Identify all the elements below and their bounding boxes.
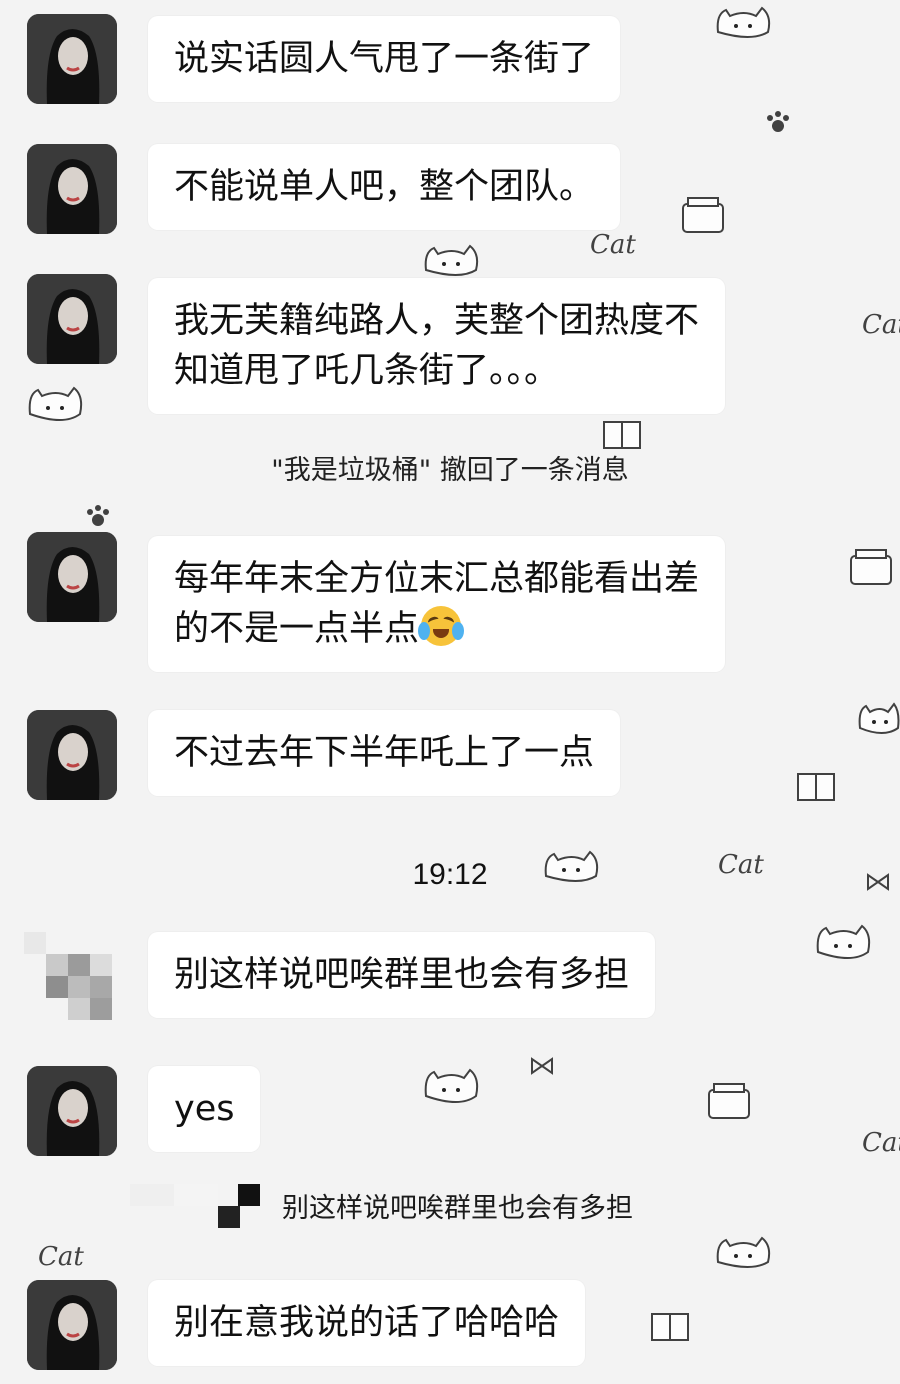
message-bubble[interactable]: 别这样说吧唉群里也会有多担 [148, 932, 656, 1018]
message-bubble[interactable]: 不能说单人吧，整个团队。 [148, 144, 621, 230]
message-text: 不能说单人吧，整个团队。 [174, 167, 595, 207]
message-text: 别这样说吧唉群里也会有多担 [174, 955, 630, 995]
cat-face-doodle-icon [420, 240, 484, 280]
avatar[interactable] [27, 274, 117, 364]
quoted-text: 别这样说吧唉群里也会有多担 [282, 1193, 633, 1224]
quote-mosaic-avatar [130, 1180, 270, 1236]
message-bubble[interactable]: 每年年末全方位末汇总都能看出差 的不是一点半点 [148, 536, 726, 672]
avatar[interactable] [27, 144, 117, 234]
message-text: 我无芙籍纯路人，芙整个团热度不 [174, 301, 700, 341]
message-text: 的不是一点半点 [174, 609, 420, 649]
message-text: 别在意我说的话了哈哈哈 [174, 1303, 560, 1343]
message-bubble[interactable]: 我无芙籍纯路人，芙整个团热度不 知道甩了吒几条街了。。。 [148, 278, 726, 414]
avatar[interactable] [27, 1066, 117, 1156]
cat-doodle-text: Cat [862, 310, 900, 340]
book-doodle-icon [602, 420, 642, 450]
jar-doodle-icon [706, 1082, 752, 1122]
chat-area: Cat Cat Cat Cat Cat [0, 0, 900, 1384]
message-text: 不过去年下半年吒上了一点 [174, 733, 595, 773]
message-bubble[interactable]: 说实话圆人气甩了一条街了 [148, 16, 621, 102]
jar-doodle-icon [848, 548, 894, 588]
avatar[interactable] [27, 710, 117, 800]
loudly-crying-face-icon [418, 606, 465, 646]
paw-doodle-icon [84, 502, 112, 530]
recall-notice: "我是垃圾桶" 撤回了一条消息 [271, 455, 629, 486]
cat-face-doodle-icon [712, 1232, 776, 1272]
avatar[interactable] [27, 532, 117, 622]
message-text: yes [174, 1089, 235, 1129]
message-text-with-emoji: 的不是一点半点 [174, 604, 699, 654]
cat-face-doodle-icon [712, 2, 776, 42]
jar-doodle-icon [680, 196, 726, 236]
cat-face-doodle-icon [856, 698, 900, 738]
message-text: 每年年末全方位末汇总都能看出差 [174, 559, 700, 599]
mosaic-avatar[interactable] [20, 932, 130, 1032]
book-doodle-icon [650, 1312, 690, 1342]
message-text: 知道甩了吒几条街了。。。 [174, 351, 560, 391]
timestamp: 19:12 [412, 858, 488, 891]
cat-doodle-text: Cat [38, 1242, 84, 1272]
message-bubble[interactable]: 不过去年下半年吒上了一点 [148, 710, 621, 796]
cat-face-doodle-icon [812, 920, 876, 964]
paw-doodle-icon [764, 108, 792, 136]
message-text: 说实话圆人气甩了一条街了 [174, 39, 595, 79]
bow-doodle-icon [530, 1056, 554, 1076]
message-bubble[interactable]: yes [148, 1066, 261, 1152]
cat-face-doodle-icon [24, 382, 88, 426]
cat-face-doodle-icon [420, 1064, 484, 1108]
avatar[interactable] [27, 14, 117, 104]
quoted-reply[interactable]: 别这样说吧唉群里也会有多担 [0, 1176, 900, 1236]
message-bubble[interactable]: 别在意我说的话了哈哈哈 [148, 1280, 586, 1366]
cat-doodle-text: Cat [590, 230, 636, 260]
book-doodle-icon [796, 772, 836, 802]
avatar[interactable] [27, 1280, 117, 1370]
cat-doodle-text: Cat [862, 1128, 900, 1158]
